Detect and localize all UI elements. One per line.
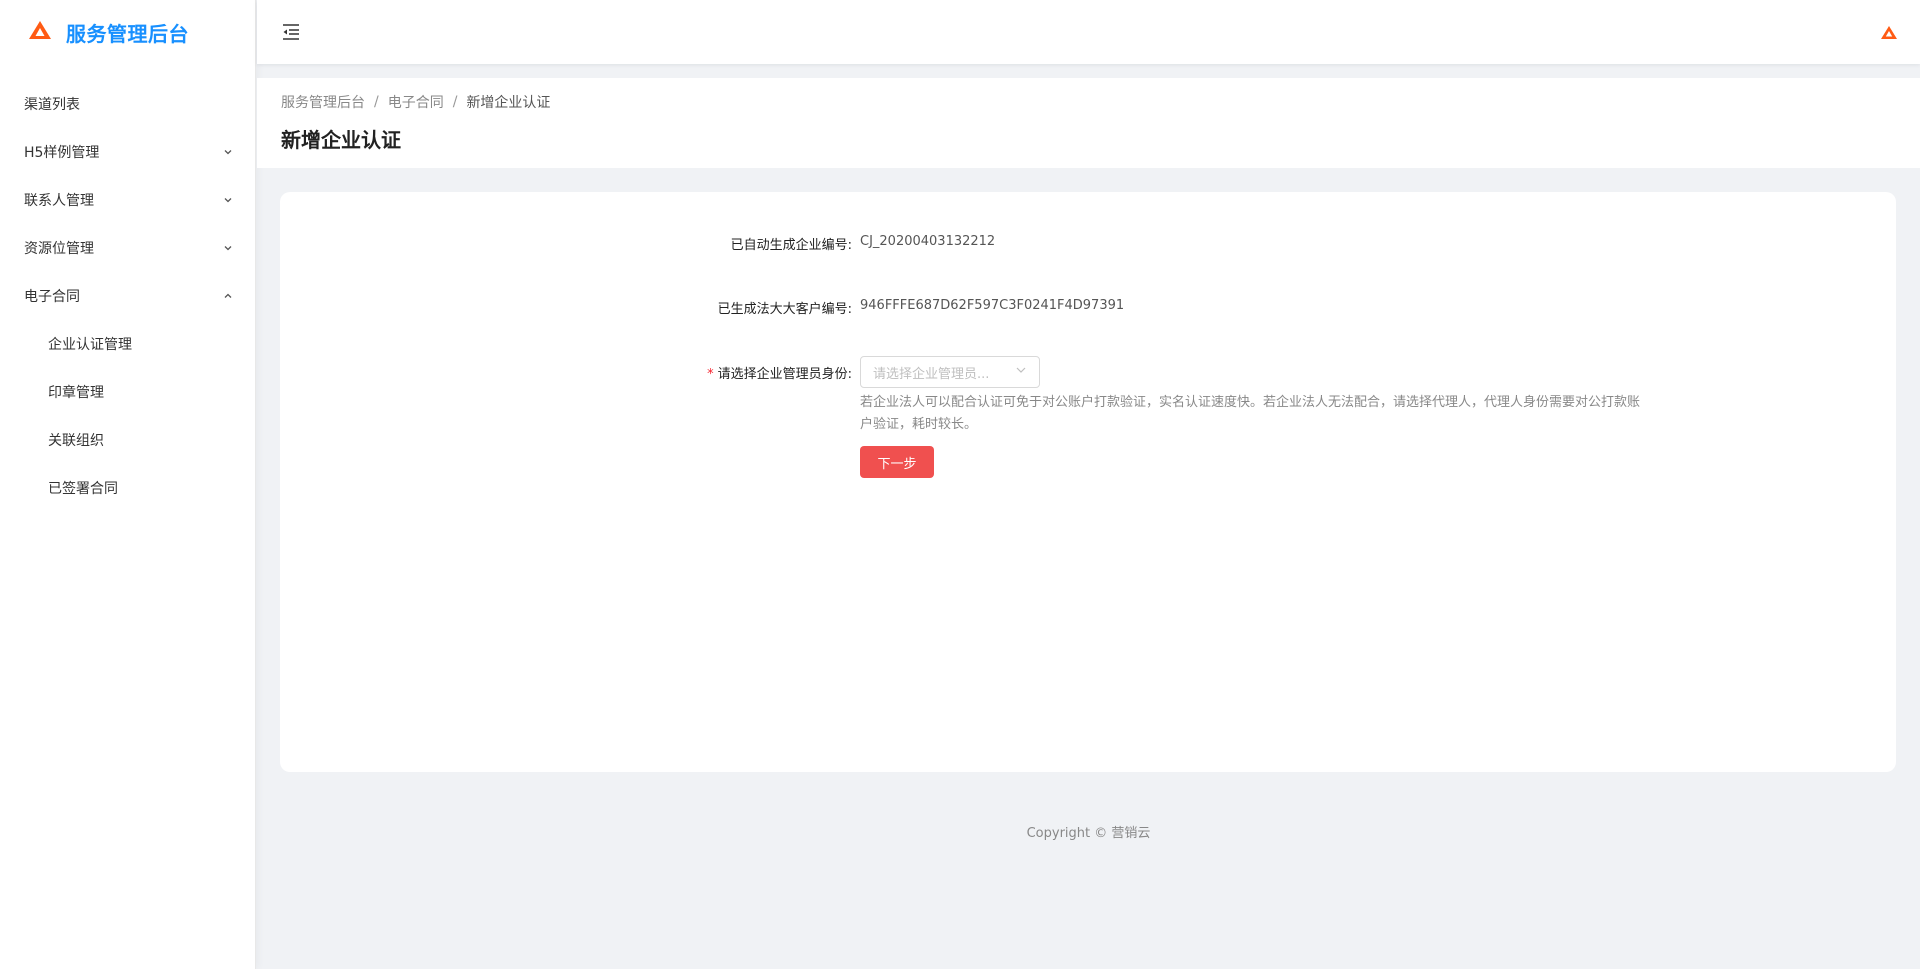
page-title: 新增企业认证 (281, 128, 401, 152)
menu-fold-icon (283, 24, 299, 40)
sidebar-subitem-linked-organizations[interactable]: 关联组织 (0, 416, 255, 464)
sidebar: 服务管理后台 渠道列表 H5样例管理 联系人管理 资源位管理 电子合同 企业认证… (0, 0, 256, 969)
header-logo-icon[interactable] (1880, 25, 1898, 40)
breadcrumb: 服务管理后台 / 电子合同 / 新增企业认证 (281, 92, 1896, 112)
breadcrumb-item-current: 新增企业认证 (466, 95, 551, 111)
chevron-down-icon (1015, 364, 1027, 380)
admin-identity-placeholder: 请选择企业管理员... (873, 366, 990, 382)
sidebar-subitem-signed-contracts[interactable]: 已签署合同 (0, 464, 255, 512)
admin-identity-row: * 请选择企业管理员身份: 请选择企业管理员... 若企业法人可以配合认证可免于对… (280, 356, 1640, 478)
next-step-button[interactable]: 下一步 (860, 446, 934, 478)
chevron-down-icon (223, 243, 233, 253)
chevron-down-icon (223, 147, 233, 157)
breadcrumb-separator: / (374, 94, 379, 110)
enterprise-id-value: CJ_20200403132212 (860, 234, 996, 249)
admin-identity-label-wrap: * 请选择企业管理员身份: (280, 356, 860, 382)
footer-copyright: Copyright © 营销云 (1026, 826, 1151, 841)
admin-identity-select[interactable]: 请选择企业管理员... (860, 356, 1040, 388)
admin-identity-label: 请选择企业管理员身份: (717, 367, 852, 382)
sidebar-item-label: H5样例管理 (24, 145, 100, 161)
sidebar-item-label: 电子合同 (24, 289, 80, 305)
top-header (257, 0, 1920, 64)
customer-id-row: 已生成法大大客户编号: 946FFFE687D62F597C3F0241F4D9… (280, 298, 1125, 317)
chevron-down-icon (223, 195, 233, 205)
enterprise-id-row: 已自动生成企业编号: CJ_20200403132212 (280, 234, 996, 253)
customer-id-value: 946FFFE687D62F597C3F0241F4D97391 (860, 298, 1125, 313)
sidebar-item-label: 联系人管理 (24, 193, 94, 209)
breadcrumb-item-home[interactable]: 服务管理后台 (281, 92, 365, 112)
sidebar-item-h5-samples[interactable]: H5样例管理 (0, 128, 255, 176)
menu-fold-button[interactable] (281, 23, 301, 41)
sidebar-item-e-contract[interactable]: 电子合同 (0, 272, 255, 320)
sidebar-item-label: 企业认证管理 (48, 337, 132, 353)
required-mark: * (707, 367, 714, 382)
sidebar-item-label: 关联组织 (48, 433, 104, 449)
page-header: 服务管理后台 / 电子合同 / 新增企业认证 新增企业认证 (257, 78, 1920, 168)
sidebar-item-contacts[interactable]: 联系人管理 (0, 176, 255, 224)
admin-identity-control: 请选择企业管理员... 若企业法人可以配合认证可免于对公账户打款验证，实名认证速… (860, 356, 1640, 478)
sidebar-item-label: 已签署合同 (48, 481, 118, 497)
app-logo-icon (28, 20, 52, 44)
sidebar-subitem-enterprise-auth[interactable]: 企业认证管理 (0, 320, 255, 368)
form-card: 已自动生成企业编号: CJ_20200403132212 已生成法大大客户编号:… (280, 192, 1896, 772)
app-title: 服务管理后台 (66, 21, 189, 46)
sidebar-item-label: 资源位管理 (24, 241, 94, 257)
sidebar-subitem-seal-management[interactable]: 印章管理 (0, 368, 255, 416)
chevron-up-icon (223, 291, 233, 301)
sidebar-item-label: 印章管理 (48, 385, 104, 401)
enterprise-id-label: 已自动生成企业编号: (730, 238, 852, 253)
admin-identity-hint: 若企业法人可以配合认证可免于对公账户打款验证，实名认证速度快。若企业法人无法配合… (860, 395, 1641, 432)
app-logo-area[interactable]: 服务管理后台 (0, 0, 255, 64)
customer-id-label: 已生成法大大客户编号: (717, 302, 852, 317)
sidebar-item-label: 渠道列表 (24, 97, 80, 113)
breadcrumb-item-e-contract[interactable]: 电子合同 (388, 92, 444, 112)
sidebar-menu: 渠道列表 H5样例管理 联系人管理 资源位管理 电子合同 企业认证管理 印章管理… (0, 80, 255, 512)
sidebar-item-channel-list[interactable]: 渠道列表 (0, 80, 255, 128)
breadcrumb-separator: / (452, 94, 458, 110)
sidebar-item-resource-slots[interactable]: 资源位管理 (0, 224, 255, 272)
